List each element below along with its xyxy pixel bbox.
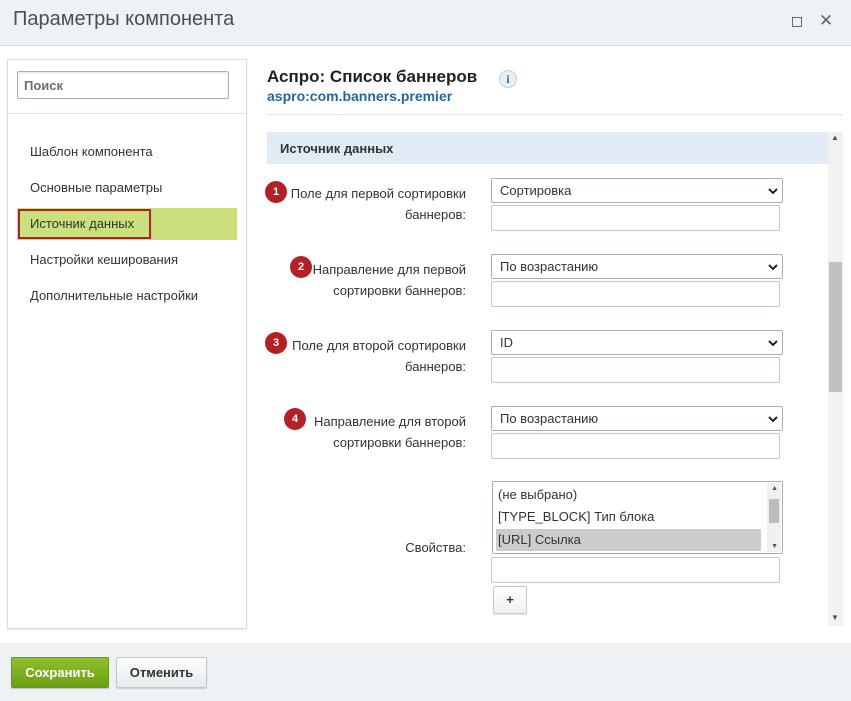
scroll-up-icon[interactable]: ▲ [771, 485, 778, 493]
second-sort-order-select[interactable]: По возрастанию [491, 406, 783, 431]
select-value: ID [500, 335, 513, 350]
first-sort-order-select[interactable]: По возрастанию [491, 254, 783, 279]
list-item[interactable]: (не выбрано) [498, 487, 577, 502]
chevron-down-icon [768, 416, 778, 423]
main-scrollbar-thumb[interactable] [829, 262, 842, 392]
second-sort-field-select[interactable]: ID [491, 330, 783, 355]
save-button[interactable]: Сохранить [11, 657, 109, 688]
chevron-down-icon [768, 188, 778, 195]
label-line: сортировки баннеров: [333, 435, 466, 450]
component-title: Аспро: Список баннеров [267, 67, 478, 86]
sidebar-item-main-params[interactable]: Основные параметры [30, 180, 162, 195]
second-sort-order-custom-input[interactable] [491, 433, 780, 459]
second-sort-field-custom-input[interactable] [491, 357, 780, 383]
field-label-second-order: Направление для второй сортировки баннер… [314, 411, 466, 453]
add-property-button[interactable]: + [493, 586, 527, 614]
component-code: aspro:com.banners.premier [267, 88, 453, 104]
window-titlebar: Параметры компонента ✕ [0, 0, 851, 46]
sidebar-item-caching[interactable]: Настройки кеширования [30, 252, 178, 267]
main-scrollbar[interactable]: ▲ ▼ [828, 132, 843, 626]
listbox-scrollbar-thumb[interactable] [769, 499, 779, 523]
properties-listbox[interactable]: (не выбрано) [TYPE_BLOCK] Тип блока [URL… [492, 481, 783, 554]
first-sort-field-select[interactable]: Сортировка [491, 178, 783, 203]
field-label-first-sort: Поле для первой сортировки баннеров: [291, 183, 466, 225]
properties-custom-input[interactable] [491, 557, 780, 583]
chevron-down-icon [768, 340, 778, 347]
select-value: По возрастанию [500, 259, 599, 274]
section-title: Источник данных [280, 141, 394, 156]
field-label-second-sort: Поле для второй сортировки баннеров: [292, 335, 466, 377]
field-label-properties: Свойства: [405, 540, 466, 555]
sidebar-divider [8, 113, 246, 114]
label-line: баннеров: [405, 207, 466, 222]
sidebar-item-additional[interactable]: Дополнительные настройки [30, 288, 198, 303]
step-badge-2: 2 [290, 256, 312, 278]
label-line: баннеров: [405, 359, 466, 374]
list-item[interactable]: [TYPE_BLOCK] Тип блока [498, 509, 654, 524]
search-input[interactable] [17, 71, 229, 99]
close-icon[interactable]: ✕ [818, 12, 834, 29]
step-badge-3: 3 [265, 332, 287, 354]
first-sort-order-custom-input[interactable] [491, 281, 780, 307]
window-title: Параметры компонента [13, 8, 235, 30]
sidebar-item-template[interactable]: Шаблон компонента [30, 144, 153, 159]
header-divider [267, 114, 843, 115]
section-header: Источник данных [267, 132, 828, 164]
scroll-down-icon[interactable]: ▼ [771, 543, 778, 551]
field-label-first-order: Направление для первой сортировки баннер… [313, 259, 466, 301]
info-icon[interactable]: i [499, 70, 517, 88]
select-value: Сортировка [500, 183, 572, 198]
sidebar: Шаблон компонента Основные параметры Ист… [7, 59, 247, 629]
first-sort-field-custom-input[interactable] [491, 205, 780, 231]
list-item-selected[interactable]: [URL] Ссылка [496, 529, 761, 551]
scroll-down-icon[interactable]: ▼ [831, 613, 839, 622]
maximize-icon[interactable] [789, 13, 805, 29]
label-line: Направление для первой [312, 262, 466, 277]
chevron-down-icon [768, 264, 778, 271]
label-line: сортировки баннеров: [333, 283, 466, 298]
sidebar-item-data-source[interactable]: Источник данных [30, 216, 134, 231]
select-value: По возрастанию [500, 411, 599, 426]
step-badge-4: 4 [284, 408, 306, 430]
dialog-body: Шаблон компонента Основные параметры Ист… [0, 46, 851, 643]
scroll-up-icon[interactable]: ▲ [831, 133, 839, 142]
cancel-button[interactable]: Отменить [116, 657, 207, 688]
label-line: Поле для второй сортировки [292, 338, 466, 353]
label-line: Поле для первой сортировки [290, 186, 466, 201]
step-badge-1: 1 [265, 181, 287, 203]
label-line: Направление для второй [313, 414, 466, 429]
dialog-footer: Сохранить Отменить [0, 643, 851, 701]
